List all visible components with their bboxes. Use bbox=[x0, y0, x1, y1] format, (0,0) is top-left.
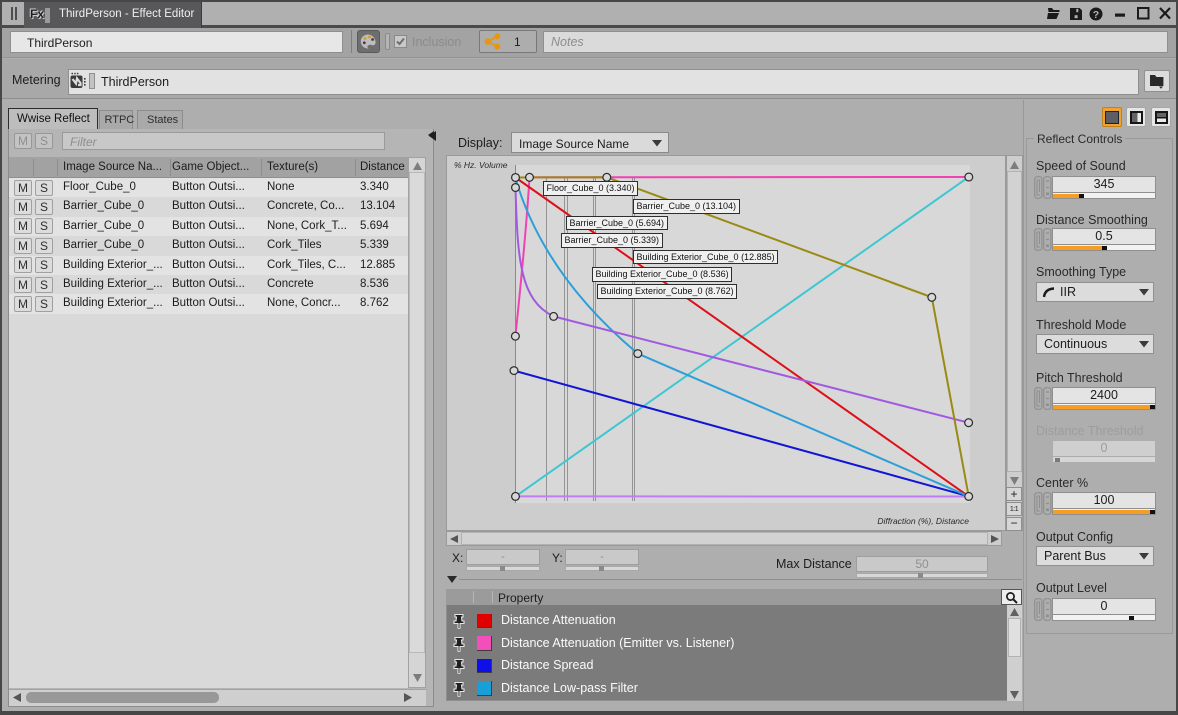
svg-text:?: ? bbox=[1093, 9, 1099, 21]
